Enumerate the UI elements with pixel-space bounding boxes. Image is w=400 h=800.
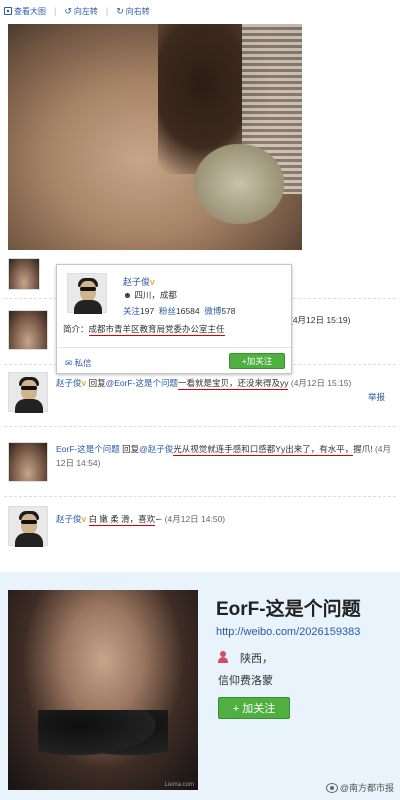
comment-body: EorF-这是个问题 回复@赵子俊光从视觉就连手感和口感都Yy出来了，有水平，握… (56, 442, 394, 470)
avatar-face (21, 514, 37, 534)
rotate-right-icon: ↻ (116, 5, 124, 16)
rotate-right-link[interactable]: ↻ 向右转 (116, 6, 150, 17)
profile-name: EorF-这是个问题 (216, 599, 361, 620)
follow-button[interactable]: +加关注 (229, 353, 285, 369)
comment-avatar[interactable] (8, 258, 40, 290)
card-username-text: 赵子俊 (123, 277, 151, 287)
comment-author[interactable]: 赵子俊 (56, 378, 82, 388)
avatar-face (80, 281, 96, 301)
avatar-glasses (21, 520, 37, 524)
verified-icon: V (81, 517, 87, 524)
avatar-body (15, 533, 43, 547)
avatar-body (74, 300, 102, 314)
comment-body: 赵子俊V 回复@EorF-这是个问题一看就是宝贝，还没来得及yy (4月12日 … (56, 376, 396, 392)
avatar-body (15, 399, 43, 413)
source-watermark-text: @南方都市报 (339, 783, 394, 793)
comment-avatar[interactable] (8, 506, 48, 547)
post-photo[interactable] (8, 24, 302, 250)
card-bio-label: 简介： (63, 324, 89, 334)
card-divider (57, 347, 291, 348)
card-location-text: 四川，成都 (134, 290, 177, 300)
person-icon-body (218, 657, 228, 663)
source-watermark: @南方都市报 (325, 781, 394, 794)
comment-avatar[interactable] (8, 310, 48, 350)
follow-count: 197 (140, 306, 155, 316)
private-message-link[interactable]: ✉ 私信 (65, 357, 92, 369)
comment-highlight: 光从视觉就连手感和口感都Yy出来了，有水平， (173, 444, 354, 456)
comment-avatar[interactable] (8, 372, 48, 413)
photo-watermark: Liema.com (164, 782, 194, 788)
avatar-face (21, 380, 37, 400)
image-toolbar: 查看大图 | ↺ 向左转 | ↻ 向右转 (0, 0, 400, 22)
profile-url[interactable]: http://weibo.com/2026159383 (216, 626, 360, 638)
comment-date: (4月12日 15:19) (290, 315, 351, 325)
row-divider (4, 496, 396, 497)
magnify-icon (4, 7, 12, 15)
private-message-label: 私信 (74, 358, 92, 368)
toolbar-divider: | (105, 6, 109, 16)
comment-avatar[interactable] (8, 442, 48, 482)
card-stats: 关注197 粉丝16584 微博578 (123, 305, 236, 317)
user-hover-card: 赵子俊V ☻ 四川，成都 关注197 粉丝16584 微博578 简介：成都市青… (56, 264, 292, 374)
comment-author[interactable]: 赵子俊 (56, 514, 82, 524)
comment-highlight: 白 嫩 柔 滑，喜欢 (88, 514, 156, 526)
weibo-logo-icon (325, 782, 338, 793)
comment-reply-label: 回复 (122, 444, 140, 454)
rotate-left-icon: ↺ (64, 5, 72, 16)
comment-date: (4月12日 15:15) (290, 378, 352, 388)
fans-count: 16584 (175, 306, 200, 316)
toolbar-divider: | (54, 6, 57, 16)
weibo-count-link[interactable]: 微博 (204, 306, 221, 316)
avatar-glasses (80, 287, 96, 291)
comment-mention[interactable]: @赵子俊 (139, 444, 173, 454)
fans-count-link[interactable]: 粉丝 (159, 306, 176, 316)
card-bio-text: 成都市青羊区教育局党委办公室主任 (88, 324, 225, 336)
comment-highlight: 一看就是宝贝，还没来得及yy (177, 378, 289, 390)
location-icon: ☻ (123, 290, 132, 300)
profile-bio: 信仰费洛蒙 (218, 675, 273, 687)
profile-photo[interactable]: Liema.com (8, 590, 198, 790)
comment-tail: ∽ (155, 514, 163, 524)
card-username[interactable]: 赵子俊V (123, 275, 155, 288)
follow-count-link[interactable]: 关注 (123, 306, 140, 316)
mail-icon: ✉ (65, 358, 73, 368)
rotate-left-link[interactable]: ↺ 向左转 (64, 6, 98, 17)
verified-icon: V (150, 280, 155, 287)
view-large-label: 查看大图 (14, 6, 46, 16)
profile-panel: Liema.com EorF-这是个问题 http://weibo.com/20… (0, 572, 400, 800)
comment-tail: 握爪! (353, 444, 373, 454)
photo-shading (38, 710, 168, 760)
report-link[interactable]: 举报 (368, 390, 385, 404)
card-avatar[interactable] (67, 273, 107, 314)
comment-mention[interactable]: @EorF-这是个问题 (106, 378, 178, 388)
person-icon (218, 651, 228, 663)
profile-follow-button[interactable]: + 加关注 (218, 697, 290, 719)
profile-region: 陕西， (240, 653, 273, 665)
comment-body: 赵子俊V 白 嫩 柔 滑，喜欢∽ (4月12日 14:50) (56, 512, 386, 528)
rotate-right-label: 向右转 (125, 6, 150, 16)
weibo-count: 578 (221, 306, 236, 316)
comment-date: (4月12日 14:50) (164, 514, 226, 524)
row-divider (4, 426, 396, 427)
view-large-link[interactable]: 查看大图 (4, 6, 46, 17)
comment-author[interactable]: EorF-这是个问题 (56, 444, 120, 454)
avatar-glasses (21, 386, 37, 390)
rotate-left-label: 向左转 (73, 6, 98, 16)
photo-pillow (194, 144, 284, 224)
card-bio: 简介：成都市青羊区教育局党委办公室主任 (63, 323, 225, 336)
comment-reply-label: 回复 (88, 378, 106, 388)
card-location: ☻ 四川，成都 (123, 289, 177, 301)
verified-icon: V (81, 381, 87, 388)
